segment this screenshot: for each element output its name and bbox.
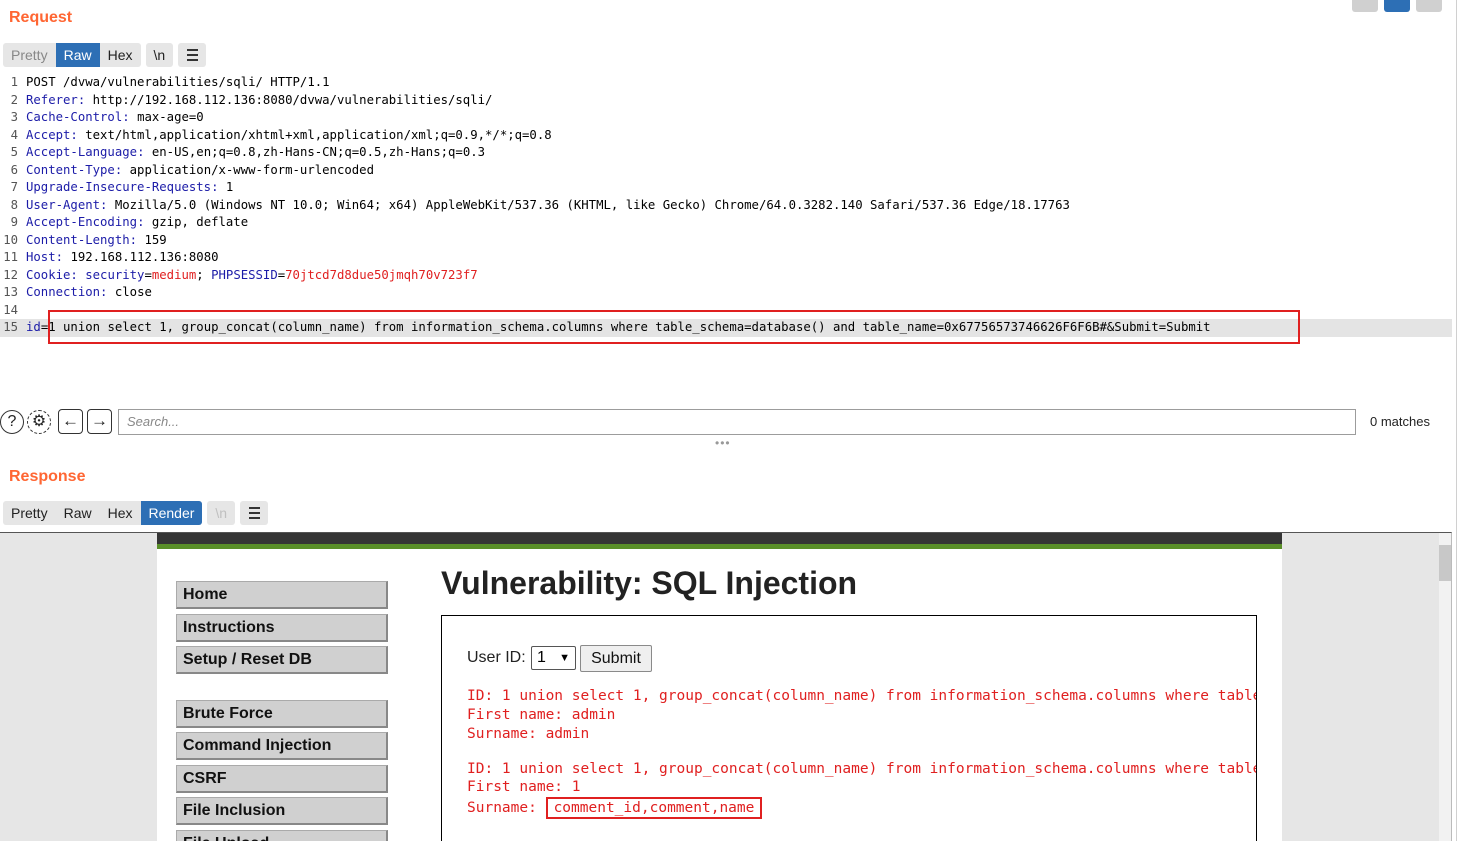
help-icon[interactable]: ?: [0, 410, 24, 434]
result1-id: ID: 1 union select 1, group_concat(colum…: [467, 688, 1256, 704]
rendered-response: Home Instructions Setup / Reset DB Brute…: [0, 532, 1452, 841]
response-title: Response: [9, 468, 86, 485]
request-menu-icon[interactable]: [178, 43, 207, 67]
settings-gear-icon[interactable]: ⚙: [27, 410, 51, 434]
tab-raw[interactable]: Raw: [56, 501, 100, 525]
result1-first-name: First name: admin: [467, 707, 616, 723]
request-line: 7 Upgrade-Insecure-Requests: 1: [10, 180, 234, 194]
tab-render[interactable]: Render: [140, 501, 203, 525]
nav-brute-force[interactable]: Brute Force: [176, 700, 388, 728]
payload-highlight-box: [48, 310, 1300, 344]
result2-id: ID: 1 union select 1, group_concat(colum…: [467, 761, 1256, 777]
dvwa-page: Home Instructions Setup / Reset DB Brute…: [157, 533, 1282, 841]
submit-button[interactable]: Submit: [580, 645, 652, 672]
layout-tabs-icon[interactable]: [1416, 0, 1442, 12]
scroll-thumb[interactable]: [1439, 545, 1451, 581]
request-line: 3 Cache-Control: max-age=0: [10, 110, 204, 124]
request-editor[interactable]: 1 POST /dvwa/vulnerabilities/sqli/ HTTP/1…: [0, 74, 1452, 404]
request-title: Request: [9, 9, 73, 26]
request-line: 11 Host: 192.168.112.136:8080: [3, 250, 219, 264]
result2-first-name: First name: 1: [467, 779, 581, 795]
extracted-columns: comment_id,comment,name: [545, 797, 763, 819]
request-line: 2 Referer: http://192.168.112.136:8080/dv…: [10, 92, 493, 107]
header-stripe: [157, 533, 1282, 549]
layout-toggle[interactable]: [1352, 0, 1442, 12]
tab-pretty[interactable]: Pretty: [3, 43, 56, 67]
request-line: 5 Accept-Language: en-US,en;q=0.8,zh-Hans…: [10, 145, 486, 159]
nav-csrf[interactable]: CSRF: [176, 765, 388, 793]
chevron-down-icon: ▼: [559, 652, 570, 664]
request-line: 8 User-Agent: Mozilla/5.0 (Windows NT 10.…: [10, 197, 1070, 212]
nav-command-injection[interactable]: Command Injection: [176, 732, 388, 760]
response-menu-icon[interactable]: [240, 501, 269, 525]
vulnerability-box: User ID: 1 ▼ Submit ID: 1 union select 1,…: [441, 615, 1257, 841]
cookie-line: 12 Cookie: security=medium; PHPSESSID=70j…: [3, 267, 478, 282]
result2-surname: Surname: comment_id,comment,name: [467, 797, 763, 819]
response-view-tabs: Pretty Raw Hex Render \n: [3, 501, 269, 525]
nav-home[interactable]: Home: [176, 581, 388, 609]
request-line: 13 Connection: close: [3, 285, 152, 299]
panel-resize-handle-icon[interactable]: •••: [715, 436, 731, 450]
request-line: 4 Accept: text/html,application/xhtml+xml…: [10, 127, 552, 142]
request-tab-group: Pretty Raw Hex: [3, 43, 141, 67]
render-scrollbar[interactable]: [1439, 533, 1451, 841]
tab-pretty[interactable]: Pretty: [3, 501, 56, 525]
newline-toggle: \n: [207, 501, 236, 525]
back-arrow-icon[interactable]: ←: [58, 409, 83, 434]
nav-file-upload[interactable]: File Upload: [176, 830, 388, 841]
response-tab-group: Pretty Raw Hex Render: [3, 501, 203, 525]
tab-raw[interactable]: Raw: [55, 43, 100, 67]
page-title: Vulnerability: SQL Injection: [441, 565, 858, 601]
window-edge: [1456, 0, 1457, 841]
user-id-label: User ID:: [467, 649, 526, 666]
request-line: 9 Accept-Encoding: gzip, deflate: [10, 215, 249, 229]
user-id-select[interactable]: 1 ▼: [531, 646, 576, 670]
nav-file-inclusion[interactable]: File Inclusion: [176, 797, 388, 825]
search-bar: ? ⚙ ← → Search... 0 matches: [0, 408, 1452, 436]
nav-setup-reset-db[interactable]: Setup / Reset DB: [176, 646, 388, 674]
tab-hex[interactable]: Hex: [100, 501, 141, 525]
tab-hex[interactable]: Hex: [100, 43, 141, 67]
request-line: 6 Content-Type: application/x-www-form-ur…: [10, 162, 374, 177]
search-input[interactable]: Search...: [118, 409, 1356, 435]
request-line: 1 POST /dvwa/vulnerabilities/sqli/ HTTP/1…: [10, 75, 330, 89]
forward-arrow-icon[interactable]: →: [87, 409, 112, 434]
request-view-tabs: Pretty Raw Hex \n: [3, 43, 207, 67]
layout-split-icon[interactable]: [1352, 0, 1378, 12]
result1-surname: Surname: admin: [467, 726, 590, 742]
match-count: 0 matches: [1370, 414, 1430, 429]
nav-instructions[interactable]: Instructions: [176, 614, 388, 642]
layout-stacked-icon[interactable]: [1384, 0, 1410, 12]
request-line: 10 Content-Length: 159: [3, 232, 167, 247]
newline-toggle[interactable]: \n: [145, 43, 174, 67]
